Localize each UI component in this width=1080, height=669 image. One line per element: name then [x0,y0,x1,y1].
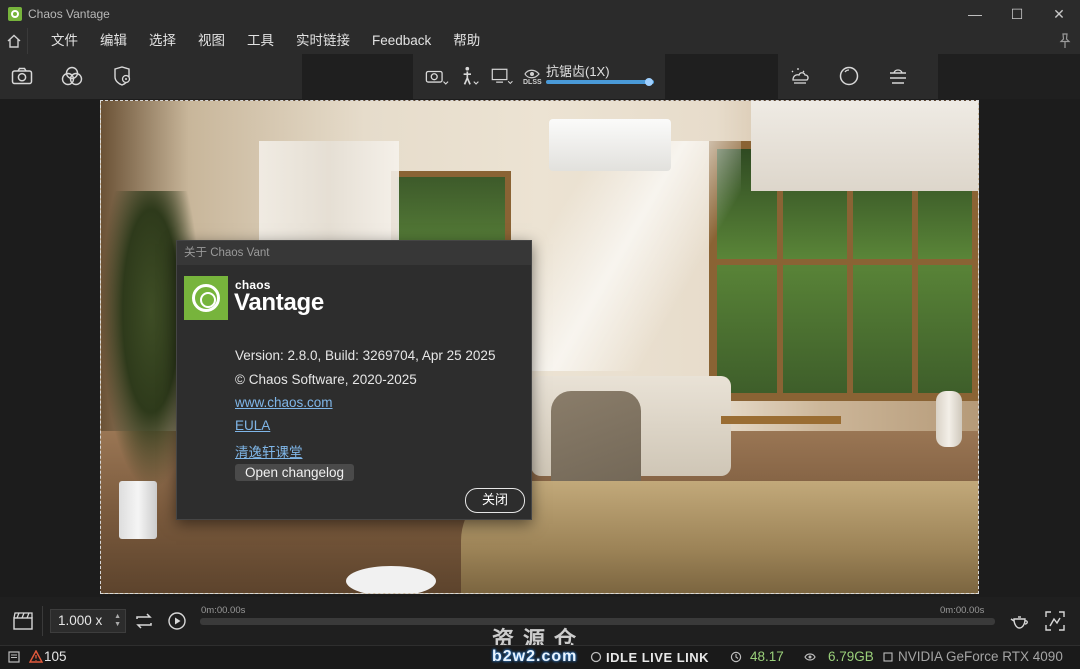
menu-feedback[interactable]: Feedback [361,28,442,54]
toolbar-center-group: DLSS 抗锯齿(1X) [413,54,665,99]
fps-clock-icon [730,651,742,666]
website-link[interactable]: www.chaos.com [235,395,333,410]
warning-count: 105 [44,649,67,664]
playback-speed-field[interactable]: 1.000 x ▲ ▼ [50,609,126,633]
sun-sky-icon[interactable] [788,64,812,88]
dlss-label: DLSS [523,79,542,86]
post-effects-icon[interactable] [886,64,910,88]
log-icon[interactable] [8,651,20,666]
link-status-icon [590,651,602,666]
scene-plant-pot [119,481,157,539]
menu-file[interactable]: 文件 [40,28,89,54]
display-dropdown-icon[interactable] [491,65,515,89]
toolbar-left-group [0,54,302,99]
antialiasing-slider-thumb[interactable] [644,78,653,86]
home-icon[interactable] [0,28,28,54]
eula-link[interactable]: EULA [235,418,270,433]
scene-roman-blind [751,101,978,191]
gpu-memory-value: 6.79GB [828,649,874,664]
brand-vantage-text: Vantage [234,289,324,316]
scene-vase [936,391,962,447]
clapperboard-icon[interactable] [11,609,35,633]
open-changelog-button[interactable]: Open changelog [235,464,354,481]
walk-mode-dropdown-icon[interactable] [459,65,483,89]
about-dialog-title: 关于 Chaos Vant [177,241,531,265]
toolbar-right-group [778,54,938,99]
teapot-icon[interactable] [1008,609,1032,633]
window-title: Chaos Vantage [28,7,110,21]
app-logo-icon [8,7,22,21]
scene-bed [461,481,978,593]
minimize-button[interactable]: — [954,0,996,28]
timeline-end-time: 0m:00.00s [940,605,985,616]
antialiasing-slider[interactable] [546,78,654,86]
gpu-name: NVIDIA GeForce RTX 4090 [898,649,1063,664]
play-icon[interactable] [165,609,189,633]
menu-view[interactable]: 视图 [187,28,236,54]
window-controls: — ☐ ✕ [954,0,1080,28]
about-dialog: 关于 Chaos Vant chaos Vantage Version: 2.8… [176,240,532,520]
gpu-memory-icon [803,651,817,666]
timeline-track[interactable] [200,618,995,625]
menu-live-link[interactable]: 实时链接 [285,28,361,54]
maximize-button[interactable]: ☐ [996,0,1038,28]
menu-bar: 文件 编辑 选择 视图 工具 实时链接 Feedback 帮助 [0,28,1080,54]
speed-stepper-icon[interactable]: ▲ ▼ [114,613,121,629]
gpu-chip-icon [882,651,894,666]
copyright-text: © Chaos Software, 2020-2025 [235,372,417,387]
scene-side-table [721,416,841,466]
antialiasing-label: 抗锯齿(1X) [546,64,610,79]
watermark-url: b2w2.com [492,648,578,665]
menu-tools[interactable]: 工具 [236,28,285,54]
pin-icon[interactable] [1058,33,1072,54]
scene-curtain-right [531,141,741,371]
warning-icon[interactable] [28,649,44,666]
focus-frame-icon[interactable] [1043,609,1067,633]
live-link-status: IDLE LIVE LINK [606,650,710,665]
scene-robot-vacuum [346,566,436,593]
antialiasing-control: DLSS 抗锯齿(1X) [519,54,665,99]
camera-dropdown-icon[interactable] [425,65,449,89]
toolbar: DLSS 抗锯齿(1X) [0,54,1080,99]
fps-value: 48.17 [750,649,784,664]
snapshot-camera-icon[interactable] [10,64,34,88]
playback-speed-value: 1.000 x [58,613,103,628]
version-text: Version: 2.8.0, Build: 3269704, Apr 25 2… [235,348,496,363]
menu-select[interactable]: 选择 [138,28,187,54]
menu-help[interactable]: 帮助 [442,28,491,54]
course-link[interactable]: 清逸轩课堂 [235,441,303,461]
timeline-start-time: 0m:00.00s [201,605,246,616]
close-window-button[interactable]: ✕ [1038,0,1080,28]
environment-sphere-icon[interactable] [837,64,861,88]
close-dialog-button[interactable]: 关闭 [465,488,525,513]
menu-edit[interactable]: 编辑 [89,28,138,54]
vantage-logo-icon [184,276,228,320]
loop-icon[interactable] [132,609,156,633]
scene-air-conditioner [549,119,671,171]
color-channels-icon[interactable] [60,64,84,88]
render-settings-icon[interactable] [110,64,134,88]
title-bar: Chaos Vantage — ☐ ✕ [0,0,1080,28]
